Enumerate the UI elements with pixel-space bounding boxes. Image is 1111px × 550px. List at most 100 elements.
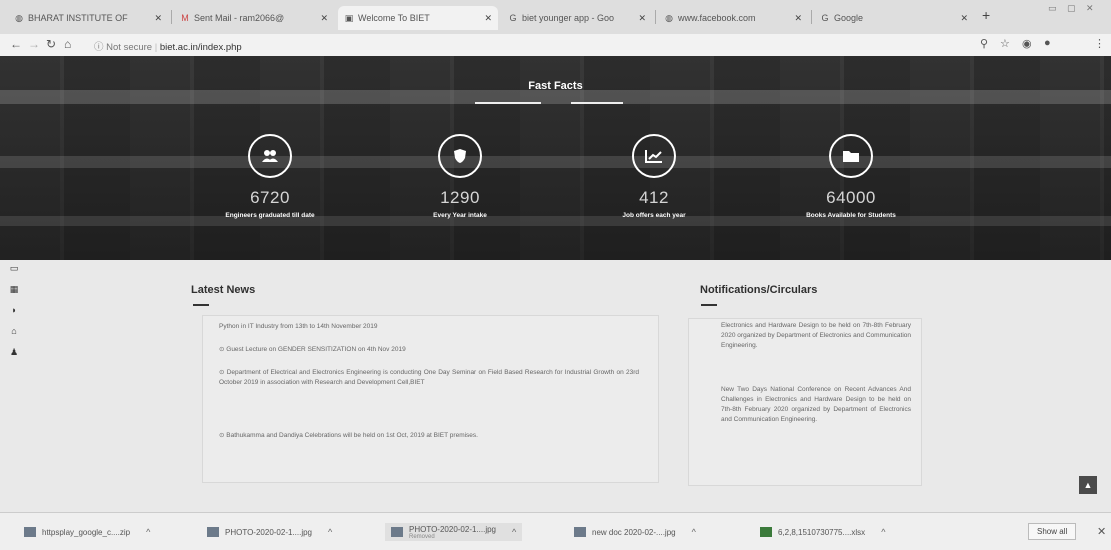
- tab-title: www.facebook.com: [678, 13, 756, 23]
- chevron-up-icon[interactable]: ^: [692, 527, 696, 537]
- tab-title: Sent Mail - ram2066@: [194, 13, 285, 23]
- users-icon: [248, 134, 292, 178]
- close-tab-icon[interactable]: ✕: [794, 13, 802, 24]
- download-shelf: httpsplay_google_c....zip ^ PHOTO-2020-0…: [0, 512, 1111, 550]
- section-title: Fast Facts: [528, 80, 583, 92]
- globe-icon: ◍: [15, 13, 23, 23]
- fact-label: Every Year intake: [433, 212, 487, 219]
- file-icon: [207, 527, 219, 537]
- file-icon: [24, 527, 36, 537]
- chevron-up-icon[interactable]: ^: [512, 527, 516, 537]
- browser-tab-active[interactable]: ▣ Welcome To BIET ✕: [338, 6, 498, 30]
- chevron-up-icon[interactable]: ^: [146, 527, 150, 537]
- fact-label: Books Available for Students: [806, 212, 896, 219]
- fact-number: 6720: [250, 188, 290, 207]
- download-item[interactable]: 6,2,8,1510730775....xlsx ^: [760, 523, 885, 541]
- fact-engineers: 6720 Engineers graduated till date: [170, 134, 370, 219]
- back-icon[interactable]: ←: [10, 37, 22, 51]
- social-sidebar: ▭ ▦ ◗ ⌂ ♟: [8, 262, 24, 367]
- fact-number: 1290: [440, 188, 480, 207]
- notifications-list: Electronics and Hardware Design to be he…: [688, 318, 922, 486]
- menu-icon[interactable]: ⋮: [1094, 37, 1105, 50]
- page-icon: ▣: [344, 13, 354, 23]
- download-filename: httpsplay_google_c....zip: [42, 527, 131, 537]
- download-filename: 6,2,8,1510730775....xlsx: [778, 527, 866, 537]
- browser-tab[interactable]: G Google ✕: [814, 6, 974, 30]
- news-item[interactable]: ⊙ Guest Lecture on GENDER SENSITIZATION …: [219, 345, 639, 355]
- new-tab-button[interactable]: +: [982, 7, 990, 23]
- browser-tab[interactable]: G biet younger app - Goo ✕: [502, 6, 652, 30]
- bookmark-star-icon[interactable]: ☆: [1000, 37, 1010, 50]
- tab-title: biet younger app - Goo: [522, 13, 615, 23]
- user-icon[interactable]: ♟: [8, 346, 20, 358]
- news-list: Python in IT Industry from 13th to 14th …: [202, 315, 659, 483]
- chart-icon: [632, 134, 676, 178]
- tab-title: Google: [834, 13, 864, 23]
- info-icon: ⓘ: [94, 42, 104, 53]
- notification-item[interactable]: Electronics and Hardware Design to be he…: [721, 321, 911, 351]
- folder-icon: [829, 134, 873, 178]
- latest-news-heading: Latest News: [191, 284, 256, 296]
- extension-icon[interactable]: ◉: [1022, 37, 1032, 50]
- notifications-heading: Notifications/Circulars: [700, 284, 818, 296]
- browser-tab[interactable]: ◍ www.facebook.com ✕: [658, 6, 808, 30]
- close-tab-icon[interactable]: ✕: [154, 13, 162, 24]
- fact-number: 412: [639, 188, 669, 207]
- file-icon: [391, 527, 403, 537]
- news-item[interactable]: ⊙ Department of Electrical and Electroni…: [219, 368, 639, 388]
- download-status: Removed: [409, 533, 435, 540]
- google-icon: G: [821, 13, 829, 23]
- reload-icon[interactable]: ↻: [46, 37, 56, 51]
- profile-icon[interactable]: ●: [1044, 37, 1051, 49]
- scroll-to-top-button[interactable]: ▲: [1079, 476, 1097, 494]
- download-filename: PHOTO-2020-02-1....jpg: [225, 527, 313, 537]
- zoom-icon[interactable]: ⚲: [980, 37, 988, 50]
- url-field[interactable]: ⓘ Not secure | biet.ac.in/index.php: [94, 39, 242, 53]
- browser-tab[interactable]: M Sent Mail - ram2066@ ✕: [174, 6, 334, 30]
- url-text: biet.ac.in/index.php: [159, 42, 242, 53]
- globe-icon: ◍: [665, 13, 673, 23]
- show-all-button[interactable]: Show all: [1028, 523, 1077, 540]
- shield-icon[interactable]: ◗: [8, 304, 20, 316]
- fact-label: Engineers graduated till date: [225, 212, 315, 219]
- fast-facts-banner: Fast Facts 6720 Engineers graduated till…: [0, 56, 1111, 260]
- bullet-icon: ⊙: [219, 369, 227, 376]
- close-icon[interactable]: ✕: [1097, 525, 1106, 538]
- security-label: Not secure: [106, 42, 153, 53]
- fact-intake: 1290 Every Year intake: [360, 134, 560, 219]
- news-item[interactable]: ⊙ Bathukamma and Dandiya Celebrations wi…: [219, 431, 639, 441]
- news-item[interactable]: Python in IT Industry from 13th to 14th …: [219, 322, 639, 332]
- spreadsheet-icon: [760, 527, 772, 537]
- download-filename: PHOTO-2020-02-1....jpg: [409, 524, 497, 534]
- close-tab-icon[interactable]: ✕: [960, 13, 968, 24]
- browser-tab[interactable]: ◍ BHARAT INSTITUTE OF ✕: [8, 6, 168, 30]
- download-filename: new doc 2020-02-....jpg: [592, 527, 676, 537]
- close-tab-icon[interactable]: ✕: [484, 13, 492, 24]
- gmail-icon: M: [181, 13, 189, 23]
- tab-title: Welcome To BIET: [358, 13, 430, 23]
- institution-icon[interactable]: ⌂: [8, 325, 20, 337]
- chevron-up-icon[interactable]: ^: [328, 527, 332, 537]
- download-item[interactable]: httpsplay_google_c....zip ^: [24, 523, 150, 541]
- address-bar: ← → ↻ ⌂ ⓘ Not secure | biet.ac.in/index.…: [0, 34, 1111, 56]
- download-item[interactable]: PHOTO-2020-02-1....jpg ^: [207, 523, 332, 541]
- notification-item[interactable]: New Two Days National Conference on Rece…: [721, 385, 911, 425]
- home-icon[interactable]: ⌂: [64, 37, 71, 51]
- close-tab-icon[interactable]: ✕: [320, 13, 328, 24]
- download-item[interactable]: PHOTO-2020-02-1....jpg Removed ^: [385, 523, 523, 541]
- chevron-up-icon[interactable]: ^: [881, 527, 885, 537]
- close-tab-icon[interactable]: ✕: [638, 13, 646, 24]
- window-controls-icon[interactable]: ▭ ▢ ✕: [1048, 3, 1098, 14]
- download-item[interactable]: new doc 2020-02-....jpg ^: [574, 523, 696, 541]
- tab-title: BHARAT INSTITUTE OF: [28, 13, 128, 23]
- main-content: Latest News Python in IT Industry from 1…: [0, 260, 1111, 510]
- google-icon: G: [509, 13, 517, 23]
- fact-number: 64000: [826, 188, 876, 207]
- fact-label: Job offers each year: [622, 212, 686, 219]
- browser-tab-strip: ◍ BHARAT INSTITUTE OF ✕ M Sent Mail - ra…: [0, 0, 1111, 34]
- shield-icon: [438, 134, 482, 178]
- fact-books: 64000 Books Available for Students: [751, 134, 951, 219]
- id-card-icon[interactable]: ▭: [8, 262, 20, 274]
- forward-icon[interactable]: →: [28, 37, 40, 51]
- calendar-icon[interactable]: ▦: [8, 283, 20, 295]
